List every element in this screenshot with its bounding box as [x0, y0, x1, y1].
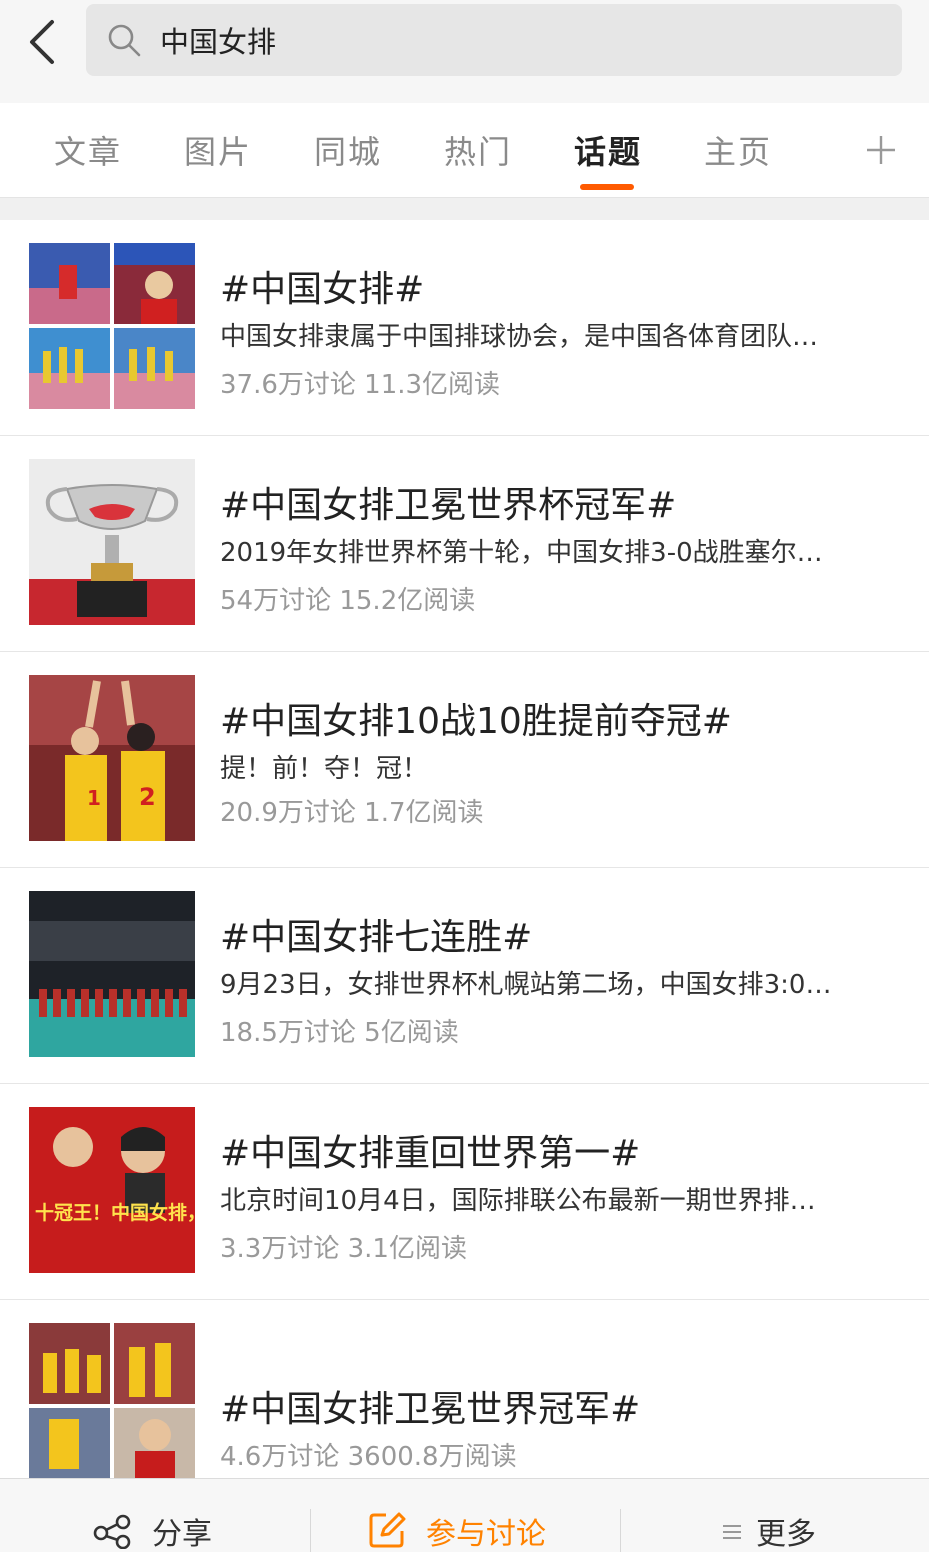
topic-description: 提！前！夺！冠！ — [220, 754, 429, 784]
search-input[interactable] — [160, 14, 880, 66]
active-tab-indicator — [580, 184, 634, 190]
more-button[interactable]: 更多 — [720, 1479, 840, 1552]
top-bar — [0, 0, 929, 103]
topic-list: #中国女排# 中国女排隶属于中国排球协会，是中国各体育团队… 37.6万讨论 1… — [0, 220, 929, 1478]
topic-item[interactable]: #中国女排卫冕世界杯冠军# 2019年女排世界杯第十轮，中国女排3-0战胜塞尔…… — [0, 436, 929, 652]
bottom-action-bar: 分享 参与讨论 更多 — [0, 1478, 929, 1552]
topic-thumbnail-collage — [29, 1323, 195, 1478]
topic-item[interactable]: 十冠王！中国女排，牛！ #中国女排重回世界第一# 北京时间10月4日，国际排联公… — [0, 1084, 929, 1300]
add-tab-plus-icon[interactable] — [864, 133, 898, 167]
topic-item[interactable]: #中国女排七连胜# 9月23日，女排世界杯札幌站第二场，中国女排3:0… 18.… — [0, 868, 929, 1084]
topic-thumbnail-players: 1 2 — [29, 675, 195, 841]
topic-title: #中国女排卫冕世界杯冠军# — [220, 485, 677, 526]
topic-title: #中国女排10战10胜提前夺冠# — [220, 701, 732, 742]
topic-stats: 4.6万讨论 3600.8万阅读 — [220, 1442, 517, 1472]
section-gap — [0, 197, 929, 221]
tab-images[interactable]: 图片 — [184, 127, 252, 183]
tab-hot[interactable]: 热门 — [444, 127, 512, 183]
topic-description: 9月23日，女排世界杯札幌站第二场，中国女排3:0… — [220, 970, 832, 1000]
topic-description: 北京时间10月4日，国际排联公布最新一期世界排… — [220, 1186, 816, 1216]
topic-item[interactable]: #中国女排# 中国女排隶属于中国排球协会，是中国各体育团队… 37.6万讨论 1… — [0, 220, 929, 436]
topic-title: #中国女排卫冕世界冠军# — [220, 1389, 641, 1430]
join-discussion-label: 参与讨论 — [426, 1517, 546, 1552]
tab-homepage[interactable]: 主页 — [704, 127, 772, 183]
tab-local[interactable]: 同城 — [314, 127, 382, 183]
topic-thumbnail-arena — [29, 891, 195, 1057]
tab-bar: 文章 图片 同城 热门 话题 主页 — [0, 103, 929, 197]
back-arrow-icon[interactable] — [18, 14, 68, 70]
search-box[interactable] — [86, 4, 902, 76]
menu-lines-icon — [722, 1523, 742, 1545]
search-icon — [106, 22, 142, 58]
divider — [310, 1509, 311, 1552]
tab-articles[interactable]: 文章 — [54, 127, 122, 183]
topic-stats: 20.9万讨论 1.7亿阅读 — [220, 798, 484, 828]
tab-topics[interactable]: 话题 — [574, 127, 642, 183]
join-discussion-button[interactable]: 参与讨论 — [368, 1479, 588, 1552]
topic-item[interactable]: #中国女排卫冕世界冠军# 4.6万讨论 3600.8万阅读 — [0, 1300, 929, 1478]
topic-stats: 18.5万讨论 5亿阅读 — [220, 1018, 459, 1048]
topic-description: 中国女排隶属于中国排球协会，是中国各体育团队… — [220, 322, 819, 352]
topic-stats: 37.6万讨论 11.3亿阅读 — [220, 370, 501, 400]
topic-title: #中国女排# — [220, 269, 425, 310]
topic-stats: 3.3万讨论 3.1亿阅读 — [220, 1234, 467, 1264]
edit-icon — [368, 1511, 406, 1553]
share-icon — [92, 1513, 134, 1553]
topic-thumbnail-trophy — [29, 459, 195, 625]
svg-text:1: 1 — [87, 786, 101, 810]
topic-stats: 54万讨论 15.2亿阅读 — [220, 586, 476, 616]
poster-text: 十冠王！中国女排，牛！ — [35, 1201, 195, 1224]
topic-description: 2019年女排世界杯第十轮，中国女排3-0战胜塞尔… — [220, 538, 823, 568]
svg-text:2: 2 — [139, 783, 156, 811]
topic-title: #中国女排重回世界第一# — [220, 1133, 641, 1174]
more-label: 更多 — [756, 1517, 816, 1552]
divider — [620, 1509, 621, 1552]
topic-thumbnail-collage — [29, 243, 195, 409]
share-button[interactable]: 分享 — [92, 1479, 262, 1552]
topic-thumbnail-poster: 十冠王！中国女排，牛！ — [29, 1107, 195, 1273]
topic-item[interactable]: 1 2 #中国女排10战10胜提前夺冠# 提！前！夺！冠！ 20.9万讨论 1.… — [0, 652, 929, 868]
share-label: 分享 — [152, 1517, 212, 1552]
topic-title: #中国女排七连胜# — [220, 917, 533, 958]
